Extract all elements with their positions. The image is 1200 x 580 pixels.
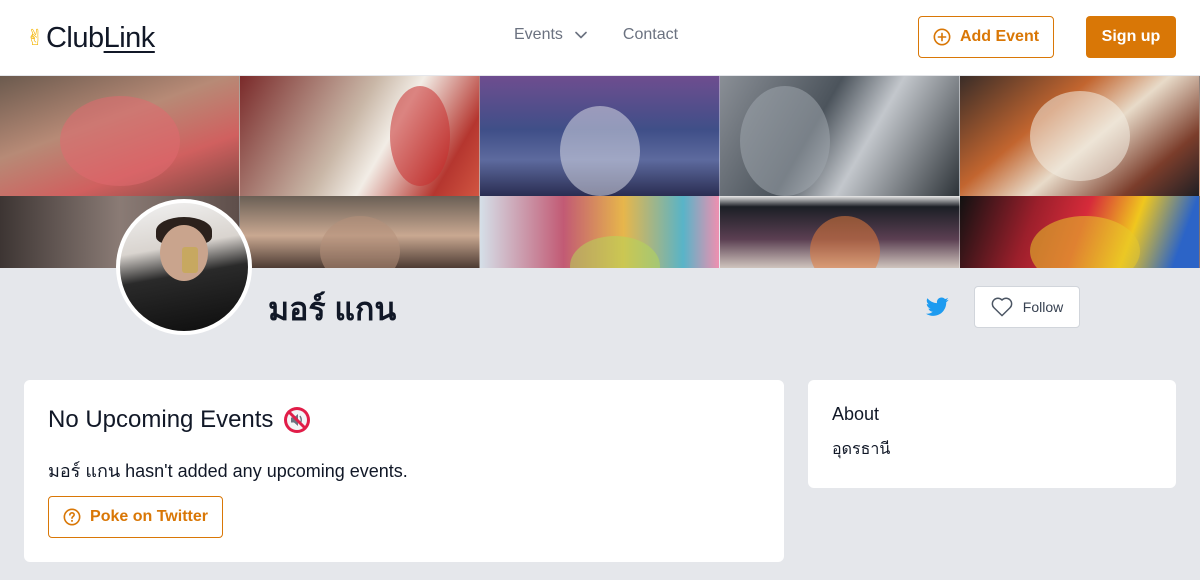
muted-speaker-icon xyxy=(284,407,311,433)
banner-photo xyxy=(480,76,720,196)
banner-photo xyxy=(720,76,960,196)
plus-circle-icon xyxy=(933,28,951,46)
poke-on-twitter-button[interactable]: Poke on Twitter xyxy=(48,496,223,538)
logo-text-link: Link xyxy=(103,21,156,54)
profile-avatar xyxy=(116,199,252,335)
sign-up-button[interactable]: Sign up xyxy=(1086,16,1176,58)
add-event-label: Add Event xyxy=(959,28,1040,45)
top-navbar: ✌ Club Link Events Contact Add Event Sign… xyxy=(0,0,1200,76)
question-circle-icon xyxy=(63,508,81,526)
logo-text-club: Club xyxy=(45,21,104,54)
add-event-button[interactable]: Add Event xyxy=(918,16,1054,58)
follow-label: Follow xyxy=(1022,299,1064,315)
profile-name: มอร์ แกน xyxy=(268,291,397,327)
banner-photo xyxy=(960,76,1200,196)
upcoming-events-card: No Upcoming Events มอร์ แกน hasn't added… xyxy=(24,380,784,562)
banner-photo xyxy=(480,196,720,268)
about-card: About อุดรธานี xyxy=(808,380,1176,488)
heart-outline-icon xyxy=(991,297,1013,317)
about-heading: About xyxy=(832,404,880,424)
events-card-title: No Upcoming Events xyxy=(48,406,311,434)
banner-photo xyxy=(960,196,1200,268)
events-card-title-text: No Upcoming Events xyxy=(48,406,274,433)
nav-contact-link[interactable]: Contact xyxy=(623,26,678,44)
banner-photo xyxy=(240,196,480,268)
banner-photo xyxy=(0,76,240,196)
about-location: อุดรธานี xyxy=(832,441,891,458)
banner-photo xyxy=(720,196,960,268)
victory-hand-icon: ✌ xyxy=(26,25,44,50)
banner-photo xyxy=(240,76,480,196)
clublink-logo[interactable]: ✌ Club Link xyxy=(26,20,155,56)
follow-button[interactable]: Follow xyxy=(974,286,1080,328)
chevron-down-icon xyxy=(575,31,587,39)
nav-events-dropdown[interactable]: Events xyxy=(514,26,587,44)
no-events-message: มอร์ แกน hasn't added any upcoming event… xyxy=(48,461,408,481)
nav-events-label: Events xyxy=(514,26,563,43)
twitter-icon[interactable] xyxy=(926,297,949,317)
main-nav: Events Contact xyxy=(514,26,678,44)
poke-label: Poke on Twitter xyxy=(90,508,208,525)
